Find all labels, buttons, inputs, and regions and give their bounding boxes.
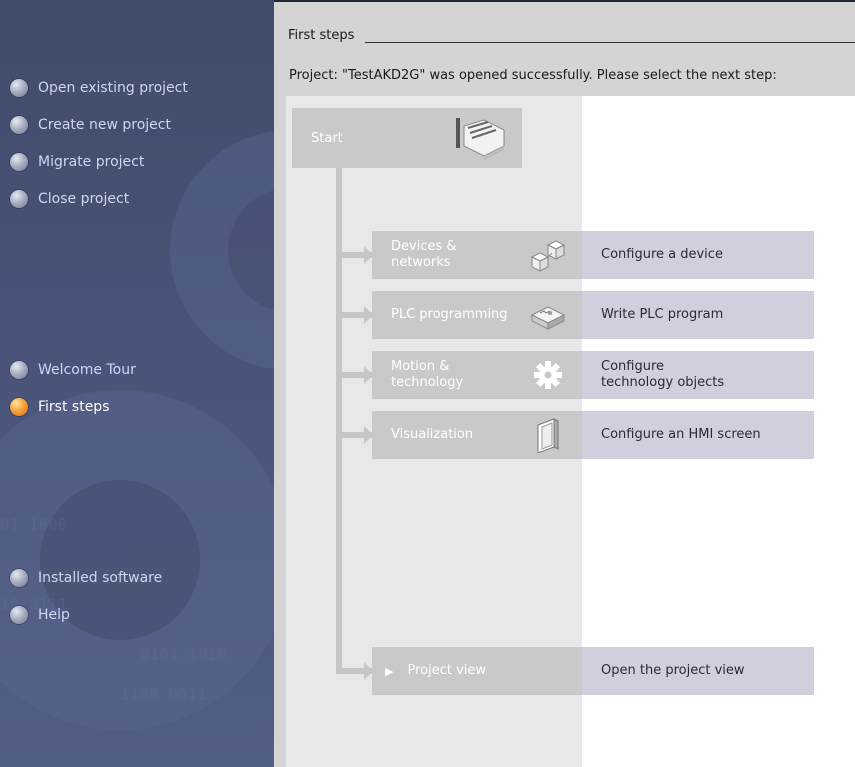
- step-description: Configure technology objects: [601, 359, 724, 391]
- nav-bullet-icon: [10, 361, 28, 379]
- step-label-line: Visualization: [391, 427, 474, 442]
- step-label-box: PLC programming: [372, 291, 582, 339]
- nav-bullet-icon: [10, 606, 28, 624]
- step-label: Motion & technology: [391, 359, 463, 391]
- nav-item-close-project[interactable]: Close project: [10, 189, 129, 209]
- step-description: Configure a device: [601, 247, 723, 263]
- nav-label: Help: [38, 607, 70, 623]
- nav-bullet-icon: [10, 153, 28, 171]
- step-description-line: Configure a device: [601, 247, 723, 262]
- nav-item-help[interactable]: Help: [10, 605, 70, 625]
- status-message: Project: "TestAKD2G" was opened successf…: [289, 68, 777, 83]
- start-label: Start: [311, 130, 343, 146]
- step-label: Devices & networks: [391, 239, 457, 271]
- step-description-line: Configure an HMI screen: [601, 427, 761, 442]
- step-label-box: Visualization: [372, 411, 582, 459]
- step-description-line: Write PLC program: [601, 307, 724, 322]
- step-motion-technology[interactable]: Motion & technology Configure technology ob…: [372, 351, 814, 399]
- nav-label: Open existing project: [38, 80, 188, 96]
- step-label-line: networks: [391, 255, 451, 270]
- nav-label: Create new project: [38, 117, 171, 133]
- step-description-box[interactable]: Open the project view: [582, 647, 814, 695]
- nav-label: Migrate project: [38, 154, 145, 170]
- step-label-box: Devices & networks: [372, 231, 582, 279]
- step-devices-networks[interactable]: Devices & networks Configure a device: [372, 231, 814, 279]
- flow-line: [336, 168, 342, 674]
- step-label-box: Motion & technology: [372, 351, 582, 399]
- step-label-line: Devices &: [391, 239, 457, 254]
- step-label-line: PLC programming: [391, 307, 508, 322]
- portal-nav: 01 1000 10 0111 0101 1010 1100 0011 Open…: [0, 0, 274, 767]
- main-panel: First steps Project: "TestAKD2G" was ope…: [274, 2, 855, 767]
- svg-text:0101 1010: 0101 1010: [140, 645, 227, 664]
- nav-bullet-icon: [10, 190, 28, 208]
- nav-label: Welcome Tour: [38, 362, 136, 378]
- step-description-box[interactable]: Configure an HMI screen: [582, 411, 814, 459]
- nav-bullet-icon: [10, 116, 28, 134]
- step-plc-programming[interactable]: PLC programming Write PLC program: [372, 291, 814, 339]
- nav-bullet-icon: [10, 79, 28, 97]
- start-node[interactable]: Start: [292, 108, 522, 168]
- plc-icon: [528, 297, 568, 333]
- steps-area: Start Devices & networks Configure a devic…: [286, 96, 855, 767]
- section-title: First steps: [288, 28, 355, 43]
- svg-text:01 1000: 01 1000: [0, 515, 67, 534]
- step-label: Project view: [407, 663, 487, 678]
- nav-item-open-existing-project[interactable]: Open existing project: [10, 78, 188, 98]
- step-label-line: technology: [391, 375, 464, 390]
- chevron-right-icon: ▶: [385, 664, 394, 678]
- start-stairs-icon: [456, 118, 505, 160]
- nav-item-installed-software[interactable]: Installed software: [10, 568, 162, 588]
- nav-item-welcome-tour[interactable]: Welcome Tour: [10, 360, 136, 380]
- gear-icon: [528, 357, 568, 393]
- step-project-view[interactable]: ▶ Project view Open the project view: [372, 647, 814, 695]
- step-description-box[interactable]: Write PLC program: [582, 291, 814, 339]
- hmi-screen-icon: [528, 417, 568, 454]
- step-description-line: technology objects: [601, 375, 725, 390]
- step-label-box: ▶ Project view: [372, 647, 582, 695]
- step-description: Write PLC program: [601, 307, 723, 323]
- nav-bullet-icon: [10, 569, 28, 587]
- step-description: Open the project view: [601, 663, 745, 678]
- title-divider: [365, 42, 855, 43]
- step-description-line: Configure: [601, 359, 665, 374]
- nav-item-migrate-project[interactable]: Migrate project: [10, 152, 144, 172]
- nav-label: First steps: [38, 399, 110, 415]
- step-description-box[interactable]: Configure a device: [582, 231, 814, 279]
- devices-icon: [528, 237, 568, 273]
- step-label: Visualization: [391, 427, 473, 443]
- nav-label: Close project: [38, 191, 130, 207]
- nav-item-create-new-project[interactable]: Create new project: [10, 115, 171, 135]
- nav-bullet-icon: [10, 398, 28, 416]
- step-label: PLC programming: [391, 307, 508, 323]
- step-description: Configure an HMI screen: [601, 427, 761, 443]
- step-visualization[interactable]: Visualization Configure an HMI screen: [372, 411, 814, 459]
- nav-label: Installed software: [38, 570, 163, 586]
- step-label-line: Motion &: [391, 359, 450, 374]
- nav-item-first-steps[interactable]: First steps: [10, 397, 110, 417]
- step-description-box[interactable]: Configure technology objects: [582, 351, 814, 399]
- svg-text:1100 0011: 1100 0011: [120, 685, 207, 704]
